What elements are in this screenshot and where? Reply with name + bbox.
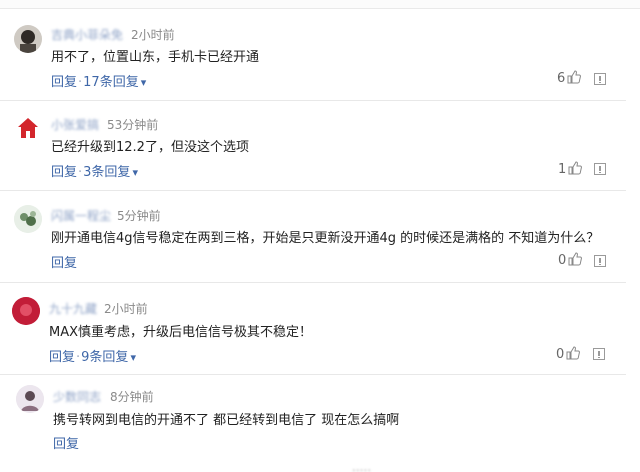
comment-text: 用不了，位置山东，手机卡已经开通	[51, 50, 260, 65]
like-button[interactable]: 1	[558, 161, 583, 177]
reply-button[interactable]: 回复	[51, 256, 77, 271]
timestamp: 2小时前	[131, 28, 175, 42]
chevron-down-icon[interactable]: ▾	[141, 76, 147, 89]
username[interactable]: 少数同志	[53, 388, 101, 405]
reply-button[interactable]: 回复	[51, 75, 77, 90]
view-replies-button[interactable]: 3条回复	[83, 165, 130, 180]
comment-item: 小张爱搞 53分钟前 已经升级到12.2了，但没这个选项 回复·3条回复 ▾ 1	[0, 100, 626, 191]
timestamp: 2小时前	[104, 302, 148, 316]
like-button[interactable]: 0	[558, 252, 583, 268]
reply-button[interactable]: 回复	[53, 437, 79, 452]
comment-actions: 回复·9条回复 ▾	[49, 346, 136, 365]
like-count: 6	[557, 71, 566, 86]
separator-dot: ·	[76, 350, 81, 365]
comments-page: 吉典小菲朵免 2小时前 用不了，位置山东，手机卡已经开通 回复·17条回复 ▾ 6…	[0, 0, 640, 472]
watermark: .....	[352, 460, 372, 472]
separator-dot: ·	[78, 165, 83, 180]
comment-actions: 回复·17条回复 ▾	[51, 71, 146, 90]
avatar[interactable]	[12, 297, 40, 325]
report-icon[interactable]	[593, 348, 605, 360]
like-count: 0	[556, 347, 565, 362]
avatar[interactable]	[14, 205, 42, 233]
comment-text: 已经升级到12.2了，但没这个选项	[51, 140, 249, 155]
comment-item: 闪属一程尘 5分钟前 刚开通电信4g信号稳定在两到三格，开始是只更新没开通4g …	[0, 190, 626, 283]
like-button[interactable]: 6	[557, 70, 582, 86]
chevron-down-icon[interactable]: ▾	[132, 166, 138, 179]
chevron-down-icon[interactable]: ▾	[130, 351, 136, 364]
report-icon[interactable]	[594, 163, 606, 175]
report-icon[interactable]	[594, 255, 606, 267]
comment-item: 吉典小菲朵免 2小时前 用不了，位置山东，手机卡已经开通 回复·17条回复 ▾ 6	[0, 8, 626, 101]
comment-actions: 回复	[53, 433, 79, 452]
thumb-up-icon[interactable]	[567, 70, 582, 84]
like-count: 0	[558, 253, 567, 268]
like-count: 1	[558, 162, 567, 177]
avatar[interactable]	[14, 25, 42, 53]
avatar[interactable]	[16, 385, 44, 413]
username[interactable]: 吉典小菲朵免	[51, 26, 123, 43]
timestamp: 8分钟前	[110, 390, 154, 404]
thumb-up-icon[interactable]	[568, 161, 583, 175]
timestamp: 53分钟前	[107, 118, 159, 132]
comment-text: MAX慎重考虑，升级后电信信号极其不稳定！	[49, 325, 313, 340]
view-replies-button[interactable]: 9条回复	[81, 350, 128, 365]
comment-item: 九十九藏 2小时前 MAX慎重考虑，升级后电信信号极其不稳定！ 回复·9条回复 ▾…	[0, 282, 626, 375]
thumb-up-icon[interactable]	[568, 252, 583, 266]
username[interactable]: 闪属一程尘	[51, 207, 111, 224]
reply-button[interactable]: 回复	[49, 350, 75, 365]
separator-dot: ·	[78, 75, 83, 90]
comment-text: 刚开通电信4g信号稳定在两到三格，开始是只更新没开通4g 的时候还是满格的 不知…	[51, 231, 600, 246]
report-icon[interactable]	[594, 73, 606, 85]
comment-text: 携号转网到电信的开通不了 都已经转到电信了 现在怎么搞啊	[53, 413, 400, 428]
comment-actions: 回复·3条回复 ▾	[51, 161, 138, 180]
avatar[interactable]	[14, 114, 42, 142]
like-button[interactable]: 0	[556, 346, 581, 362]
comment-item: 少数同志 8分钟前 携号转网到电信的开通不了 都已经转到电信了 现在怎么搞啊 回…	[0, 374, 626, 472]
username[interactable]: 小张爱搞	[51, 116, 99, 133]
view-replies-button[interactable]: 17条回复	[83, 75, 139, 90]
thumb-up-icon[interactable]	[566, 346, 581, 360]
username[interactable]: 九十九藏	[49, 300, 97, 317]
timestamp: 5分钟前	[117, 209, 161, 223]
reply-button[interactable]: 回复	[51, 165, 77, 180]
comment-actions: 回复	[51, 252, 77, 271]
